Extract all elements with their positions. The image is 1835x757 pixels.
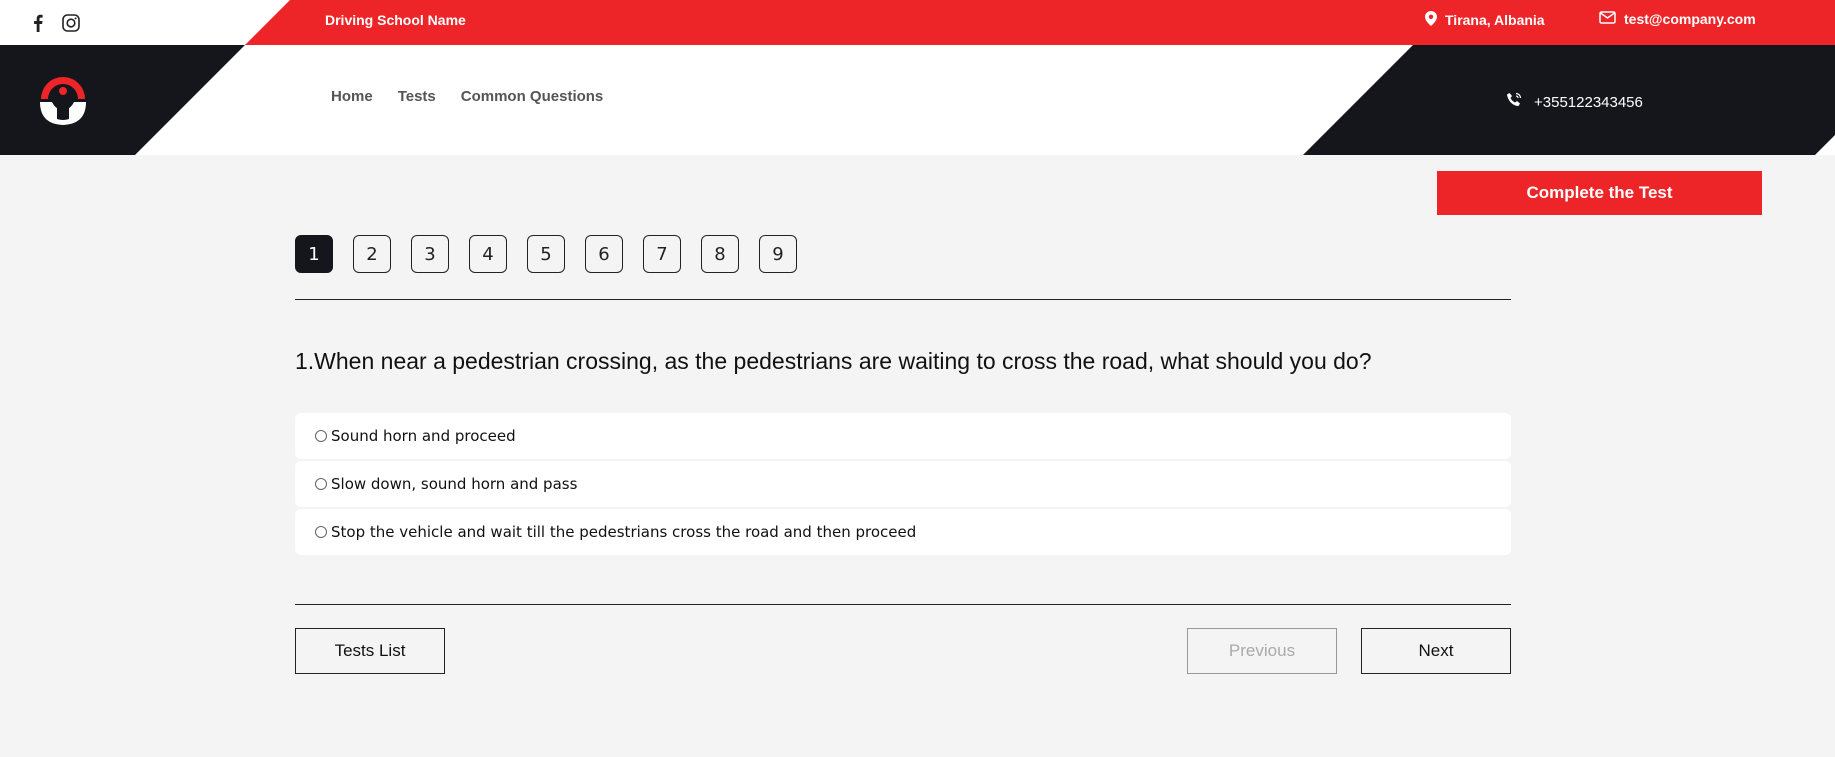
question-page-3[interactable]: 3	[411, 235, 449, 273]
question-page-9[interactable]: 9	[759, 235, 797, 273]
phone-icon	[1506, 92, 1522, 112]
answer-label: Stop the vehicle and wait till the pedes…	[331, 523, 917, 541]
phone-info[interactable]: +355122343456	[1506, 92, 1643, 112]
bottom-divider	[295, 604, 1511, 605]
nav-tests[interactable]: Tests	[398, 88, 436, 105]
question-page-1[interactable]: 1	[295, 235, 333, 273]
answer-label: Slow down, sound horn and pass	[331, 475, 578, 493]
location-info: Tirana, Albania	[1425, 11, 1545, 29]
question-page-5[interactable]: 5	[527, 235, 565, 273]
question-page-4[interactable]: 4	[469, 235, 507, 273]
question-page-6[interactable]: 6	[585, 235, 623, 273]
radio-button[interactable]	[315, 430, 327, 442]
nav-common-questions[interactable]: Common Questions	[461, 88, 604, 105]
email-info[interactable]: test@company.com	[1599, 11, 1756, 27]
question-page-2[interactable]: 2	[353, 235, 391, 273]
location-pin-icon	[1425, 11, 1437, 29]
tests-list-button[interactable]: Tests List	[295, 628, 445, 674]
answer-option-2[interactable]: Slow down, sound horn and pass	[295, 461, 1511, 507]
nav-home[interactable]: Home	[331, 88, 373, 105]
radio-button[interactable]	[315, 478, 327, 490]
question-page-8[interactable]: 8	[701, 235, 739, 273]
school-name: Driving School Name	[325, 12, 466, 28]
steering-wheel-logo[interactable]	[36, 75, 90, 129]
facebook-icon[interactable]	[28, 13, 48, 33]
mail-icon	[1599, 11, 1616, 27]
main-header: Home Tests Common Questions +35512234345…	[0, 45, 1835, 155]
answer-option-1[interactable]: Sound horn and proceed	[295, 413, 1511, 459]
question-pager: 1 2 3 4 5 6 7 8 9	[295, 235, 797, 273]
top-divider	[295, 299, 1511, 300]
location-text: Tirana, Albania	[1445, 12, 1545, 28]
email-text[interactable]: test@company.com	[1624, 11, 1756, 27]
phone-number[interactable]: +355122343456	[1534, 94, 1643, 111]
next-button[interactable]: Next	[1361, 628, 1511, 674]
radio-button[interactable]	[315, 526, 327, 538]
complete-test-button[interactable]: Complete the Test	[1437, 171, 1762, 215]
answer-option-3[interactable]: Stop the vehicle and wait till the pedes…	[295, 509, 1511, 555]
previous-button[interactable]: Previous	[1187, 628, 1337, 674]
instagram-icon[interactable]	[61, 13, 81, 33]
answer-label: Sound horn and proceed	[331, 427, 516, 445]
question-page-7[interactable]: 7	[643, 235, 681, 273]
question-text: 1.When near a pedestrian crossing, as th…	[295, 348, 1372, 374]
main-nav: Home Tests Common Questions	[331, 88, 603, 105]
